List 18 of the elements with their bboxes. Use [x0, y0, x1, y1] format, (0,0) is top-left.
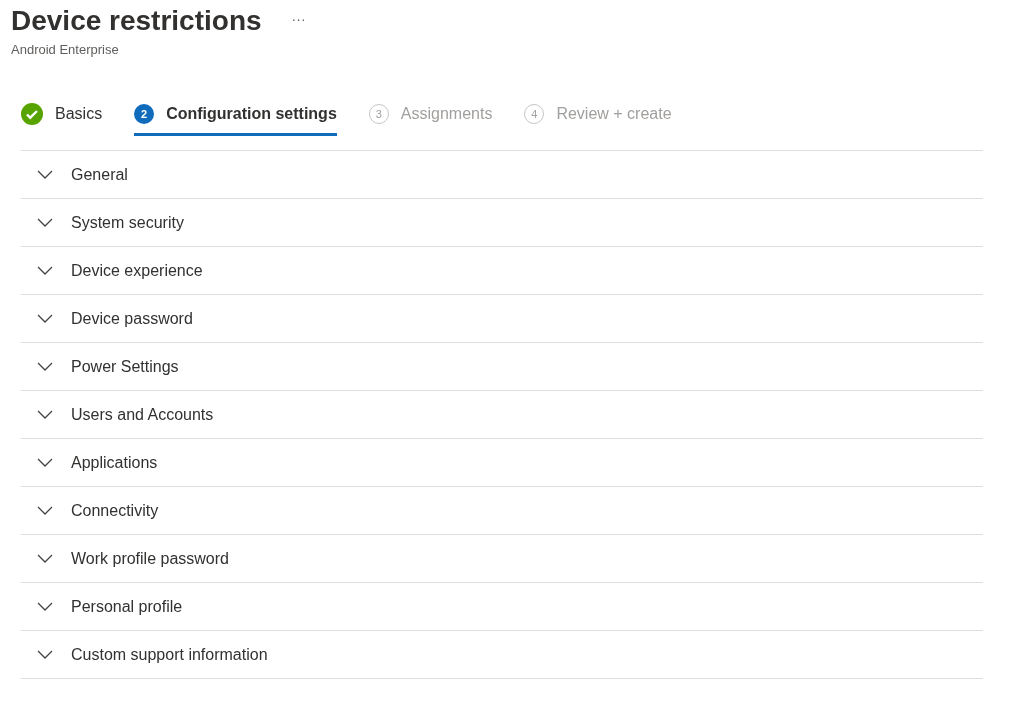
- section-header[interactable]: Users and Accounts: [21, 391, 983, 439]
- section-header[interactable]: Device experience: [21, 247, 983, 295]
- section-header[interactable]: Personal profile: [21, 583, 983, 631]
- section-header[interactable]: General: [21, 151, 983, 199]
- section-header[interactable]: Work profile password: [21, 535, 983, 583]
- step-number: 2: [134, 104, 155, 124]
- page-title: Device restrictions: [11, 4, 262, 38]
- section-header[interactable]: Connectivity: [21, 487, 983, 535]
- section-header[interactable]: Applications: [21, 439, 983, 487]
- more-button[interactable]: ···: [285, 11, 312, 27]
- wizard-step-tab[interactable]: Basics: [21, 103, 103, 136]
- wizard-step-tab[interactable]: 2 Configuration settings: [134, 103, 337, 136]
- section-header[interactable]: Power Settings: [21, 343, 983, 391]
- page-subtitle: Android Enterprise: [11, 42, 120, 57]
- section-header[interactable]: Device password: [21, 295, 983, 343]
- section-header[interactable]: System security: [21, 199, 983, 247]
- checkmark-icon: [21, 103, 43, 125]
- section-header[interactable]: Custom support information: [21, 631, 983, 679]
